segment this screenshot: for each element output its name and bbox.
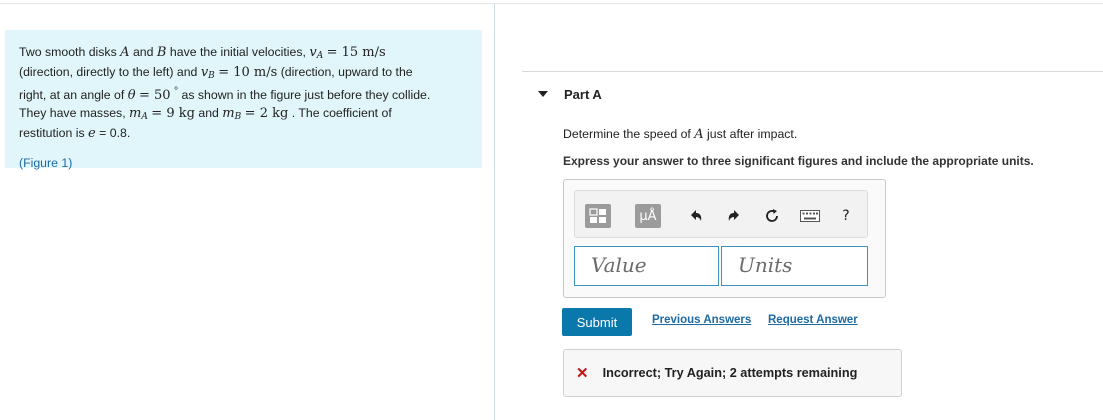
collapse-caret-icon[interactable] [538, 91, 548, 97]
column-divider [494, 4, 495, 420]
question-text: Determine the speed of A just after impa… [563, 127, 798, 142]
answer-instruction: Express your answer to three significant… [563, 154, 1034, 168]
help-icon[interactable]: ? [839, 204, 853, 228]
redo-icon[interactable] [725, 204, 743, 228]
templates-icon[interactable] [585, 204, 611, 228]
top-divider [0, 3, 1103, 4]
incorrect-x-icon: ✕ [576, 365, 589, 382]
units-input[interactable]: Units [721, 246, 868, 286]
problem-panel: Two smooth disks A and B have the initia… [5, 30, 482, 170]
part-divider [522, 71, 1103, 72]
figure-1-link[interactable]: (Figure 1) [19, 156, 72, 170]
value-input[interactable]: Value [574, 246, 719, 286]
equation-toolbar: μÅ ? [574, 190, 868, 238]
answer-inputs: Value Units [574, 246, 868, 286]
keyboard-icon[interactable] [799, 204, 821, 228]
feedback-box: ✕ Incorrect; Try Again; 2 attempts remai… [563, 349, 902, 397]
request-answer-link[interactable]: Request Answer [768, 314, 858, 326]
part-title[interactable]: Part A [564, 87, 602, 102]
answer-widget: μÅ ? Value Units [563, 179, 886, 298]
reset-icon[interactable] [763, 204, 781, 228]
feedback-text: Incorrect; Try Again; 2 attempts remaini… [602, 366, 858, 380]
problem-statement: Two smooth disks A and B have the initia… [19, 45, 431, 141]
submit-button[interactable]: Submit [562, 308, 632, 336]
units-symbol-button[interactable]: μÅ [635, 204, 661, 228]
previous-answers-link[interactable]: Previous Answers [652, 314, 751, 326]
undo-icon[interactable] [687, 204, 705, 228]
